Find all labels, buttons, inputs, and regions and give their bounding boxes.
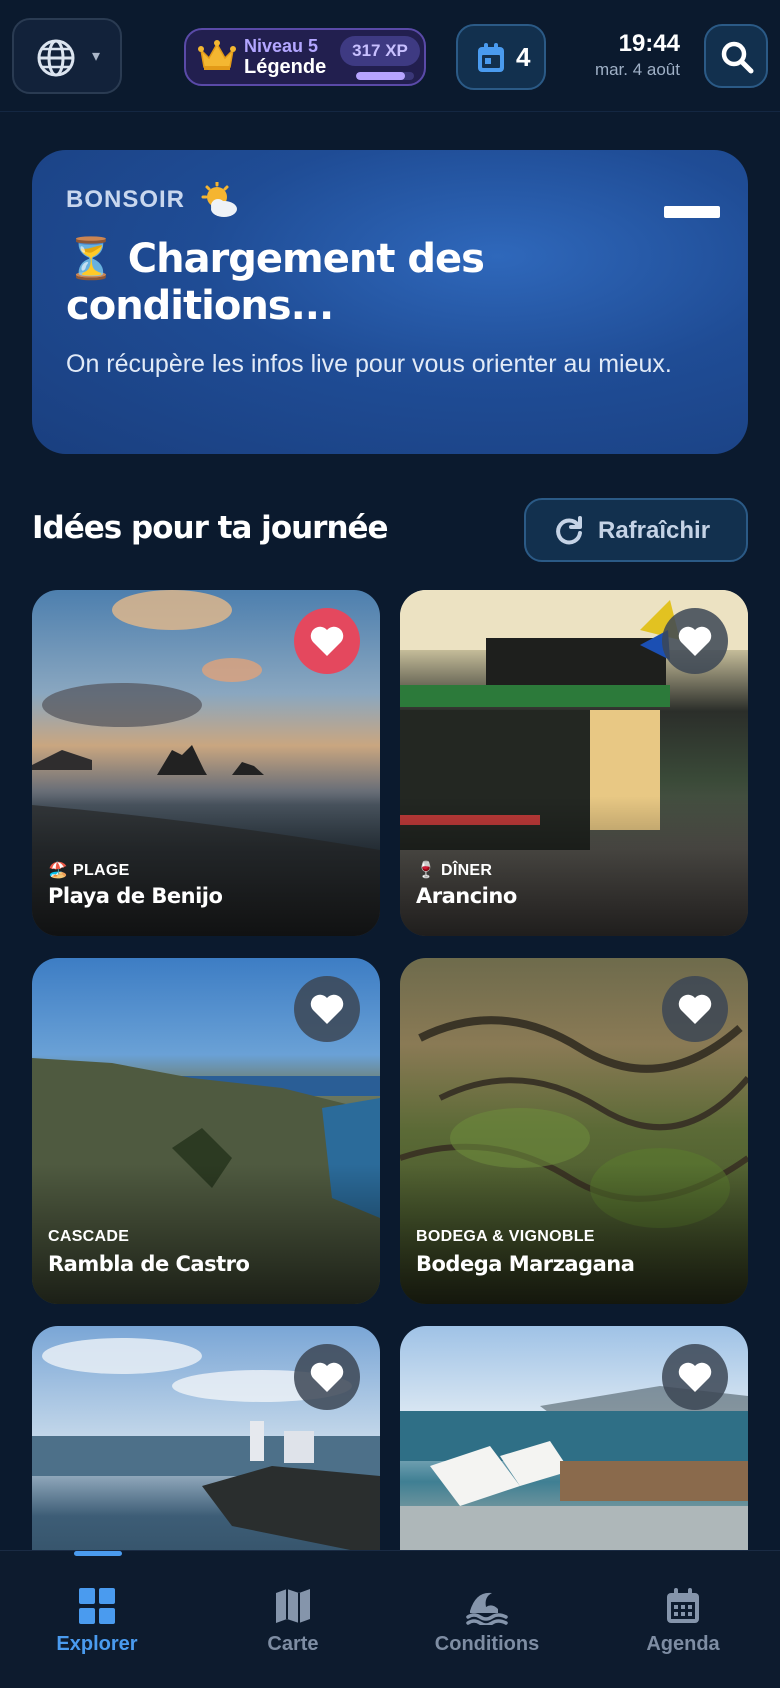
- waves-icon: [466, 1592, 508, 1625]
- calendar-button[interactable]: 4: [456, 24, 546, 90]
- idea-card[interactable]: 🍷 DÎNER Arancino: [400, 590, 748, 936]
- favorite-button[interactable]: [662, 976, 728, 1042]
- xp-progress-bar: [356, 72, 414, 80]
- refresh-button[interactable]: Rafraîchir: [524, 498, 748, 562]
- nav-explorer[interactable]: Explorer: [22, 1587, 172, 1656]
- nav-carte[interactable]: Carte: [218, 1587, 368, 1656]
- level-name: Légende: [244, 56, 327, 78]
- calendar-icon: [478, 43, 504, 72]
- refresh-label: Rafraîchir: [598, 517, 711, 544]
- card-title: Rambla de Castro: [48, 1252, 250, 1276]
- favorite-button[interactable]: [294, 608, 360, 674]
- bottom-navigation: Explorer Carte Conditions Agenda: [0, 1550, 780, 1688]
- favorite-button[interactable]: [294, 976, 360, 1042]
- calendar-icon: [667, 1588, 699, 1623]
- grid-icon: [79, 1588, 115, 1624]
- map-icon: [276, 1589, 310, 1623]
- search-icon: [721, 41, 754, 74]
- xp-badge: 317 XP: [340, 36, 420, 66]
- card-category: BODEGA & VIGNOBLE: [416, 1228, 595, 1245]
- language-button[interactable]: ▾: [12, 18, 122, 94]
- nav-conditions[interactable]: Conditions: [412, 1587, 562, 1656]
- chevron-down-icon: ▾: [92, 46, 101, 65]
- card-category: CASCADE: [48, 1228, 130, 1245]
- heart-icon: [678, 994, 712, 1024]
- level-badge[interactable]: Niveau 5 Légende 317 XP: [184, 28, 426, 86]
- greeting: BONSOIR: [66, 186, 186, 213]
- refresh-icon: [556, 516, 582, 545]
- clock-date: mar. 4 août: [594, 60, 680, 79]
- favorite-button[interactable]: [662, 608, 728, 674]
- idea-card[interactable]: 🏖️ PLAGE Playa de Benijo: [32, 590, 380, 936]
- conditions-hero-card: BONSOIR ⏳ Chargement des conditions... O…: [32, 150, 748, 454]
- crown-icon: [198, 40, 236, 70]
- section-title: Idées pour ta journée: [32, 510, 389, 546]
- card-category: 🍷 DÎNER: [416, 862, 493, 879]
- nav-label: Agenda: [646, 1633, 720, 1655]
- clock: 19:44 mar. 4 août: [570, 30, 680, 80]
- heart-icon: [310, 994, 344, 1024]
- top-bar: ▾ Niveau 5 Légende 317 XP 4 19:44 mar. 4…: [0, 0, 780, 112]
- search-button[interactable]: [704, 24, 768, 88]
- nav-label: Conditions: [434, 1633, 540, 1655]
- card-title: Bodega Marzagana: [416, 1252, 635, 1276]
- card-title: Playa de Benijo: [48, 884, 223, 908]
- heart-icon: [678, 626, 712, 656]
- nav-agenda[interactable]: Agenda: [608, 1587, 758, 1656]
- xp-progress-fill: [356, 72, 406, 80]
- collapse-handle[interactable]: [664, 206, 720, 218]
- idea-card[interactable]: CASCADE Rambla de Castro: [32, 958, 380, 1304]
- hero-subtitle: On récupère les infos live pour vous ori…: [66, 350, 672, 378]
- heart-icon: [310, 626, 344, 656]
- globe-icon: [37, 39, 75, 77]
- card-title: Arancino: [416, 884, 517, 908]
- favorite-button[interactable]: [662, 1344, 728, 1410]
- heart-icon: [678, 1362, 712, 1392]
- active-tab-indicator: [74, 1551, 122, 1556]
- sun-behind-cloud-icon: [201, 182, 237, 217]
- hero-title: ⏳ Chargement des conditions...: [66, 236, 485, 329]
- idea-card[interactable]: BODEGA & VIGNOBLE Bodega Marzagana: [400, 958, 748, 1304]
- card-category: 🏖️ PLAGE: [48, 862, 130, 879]
- heart-icon: [310, 1362, 344, 1392]
- level-label: Niveau 5: [244, 36, 319, 56]
- clock-time: 19:44: [618, 30, 680, 57]
- nav-label: Explorer: [56, 1633, 138, 1655]
- favorite-button[interactable]: [294, 1344, 360, 1410]
- nav-label: Carte: [267, 1633, 319, 1655]
- calendar-count: 4: [516, 42, 531, 72]
